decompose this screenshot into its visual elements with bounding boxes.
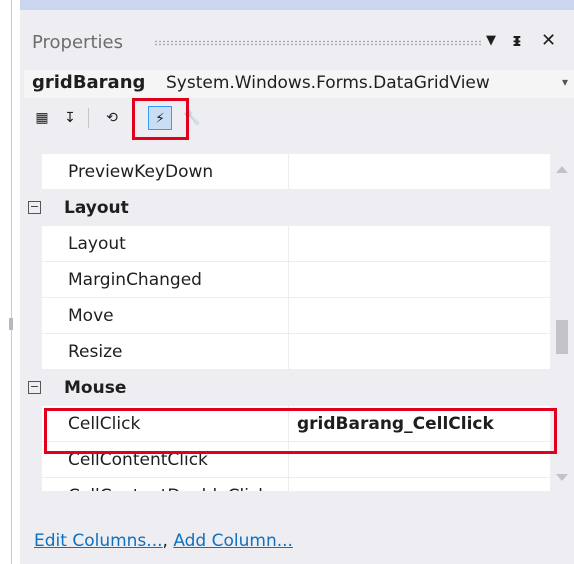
toolbar-separator: [88, 108, 89, 128]
add-column-link[interactable]: Add Column...: [173, 531, 293, 551]
categorized-icon[interactable]: ▦: [30, 106, 54, 130]
cellclick-highlight-box: [44, 408, 557, 454]
left-splitter-mark[interactable]: [9, 318, 13, 330]
grid-row-layout[interactable]: Layout: [20, 226, 550, 262]
grid-row-preview-key-down[interactable]: PreviewKeyDown: [20, 154, 550, 190]
row-gutter: [20, 334, 42, 370]
panel-title: Properties: [32, 32, 123, 53]
link-separator: ,: [162, 531, 174, 551]
grid-row-margin-changed[interactable]: MarginChanged: [20, 262, 550, 298]
category-label: Layout: [64, 198, 129, 218]
object-name: gridBarang: [32, 72, 146, 93]
property-name: MarginChanged: [42, 262, 288, 298]
property-name: CellContentDoubleClick: [42, 478, 288, 491]
property-value[interactable]: [288, 262, 550, 298]
scroll-thumb[interactable]: [556, 320, 568, 354]
category-layout[interactable]: − Layout: [20, 190, 550, 226]
collapse-toggle-icon[interactable]: −: [28, 381, 41, 394]
window-position-dropdown-icon[interactable]: ▼: [486, 30, 496, 52]
commands-pane: Edit Columns..., Add Column...: [20, 491, 574, 564]
events-highlight-box: [132, 98, 189, 140]
pin-icon[interactable]: ᵻ: [512, 30, 522, 52]
titlebar-grip[interactable]: [154, 40, 482, 46]
row-gutter: [20, 262, 42, 298]
row-gutter: [20, 154, 42, 190]
grid-row-resize[interactable]: Resize: [20, 334, 550, 370]
property-value[interactable]: [288, 154, 550, 190]
scroll-down-arrow-icon[interactable]: [556, 474, 568, 481]
property-value[interactable]: [288, 298, 550, 334]
property-name: Move: [42, 298, 288, 334]
grid-row-move[interactable]: Move: [20, 298, 550, 334]
object-selector[interactable]: gridBarang System.Windows.Forms.DataGrid…: [24, 70, 574, 98]
property-name: Resize: [42, 334, 288, 370]
object-type: System.Windows.Forms.DataGridView: [166, 73, 490, 93]
row-gutter: [20, 406, 42, 442]
command-links: Edit Columns..., Add Column...: [34, 531, 293, 551]
property-value[interactable]: [288, 334, 550, 370]
collapse-toggle-icon[interactable]: −: [28, 201, 41, 214]
top-band: [20, 0, 574, 10]
panel-titlebar: Properties ▼ ᵻ ✕: [20, 10, 574, 54]
property-name: PreviewKeyDown: [42, 154, 288, 190]
left-divider: [11, 0, 12, 564]
row-gutter: [20, 442, 42, 478]
scroll-up-arrow-icon[interactable]: [556, 166, 568, 173]
row-gutter: [20, 298, 42, 334]
alphabetical-sort-icon[interactable]: ↧: [58, 106, 82, 130]
property-value[interactable]: [288, 226, 550, 262]
category-mouse[interactable]: − Mouse: [20, 370, 550, 406]
properties-panel: Properties ▼ ᵻ ✕ gridBarang System.Windo…: [20, 10, 574, 564]
chevron-down-icon[interactable]: ▾: [562, 75, 568, 89]
category-label: Mouse: [64, 378, 127, 398]
property-value[interactable]: [288, 478, 550, 491]
left-edge: [0, 0, 20, 564]
close-icon[interactable]: ✕: [541, 30, 556, 52]
grid-row-cell-content-double-click[interactable]: CellContentDoubleClick: [20, 478, 550, 491]
properties-toolbar: ▦ ↧ ⟲ ⚡ 🔧: [20, 102, 574, 136]
edit-columns-link[interactable]: Edit Columns...: [34, 531, 163, 551]
properties-view-icon[interactable]: ⟲: [100, 106, 124, 130]
row-gutter: [20, 226, 42, 262]
property-name: Layout: [42, 226, 288, 262]
row-gutter: [20, 478, 42, 491]
